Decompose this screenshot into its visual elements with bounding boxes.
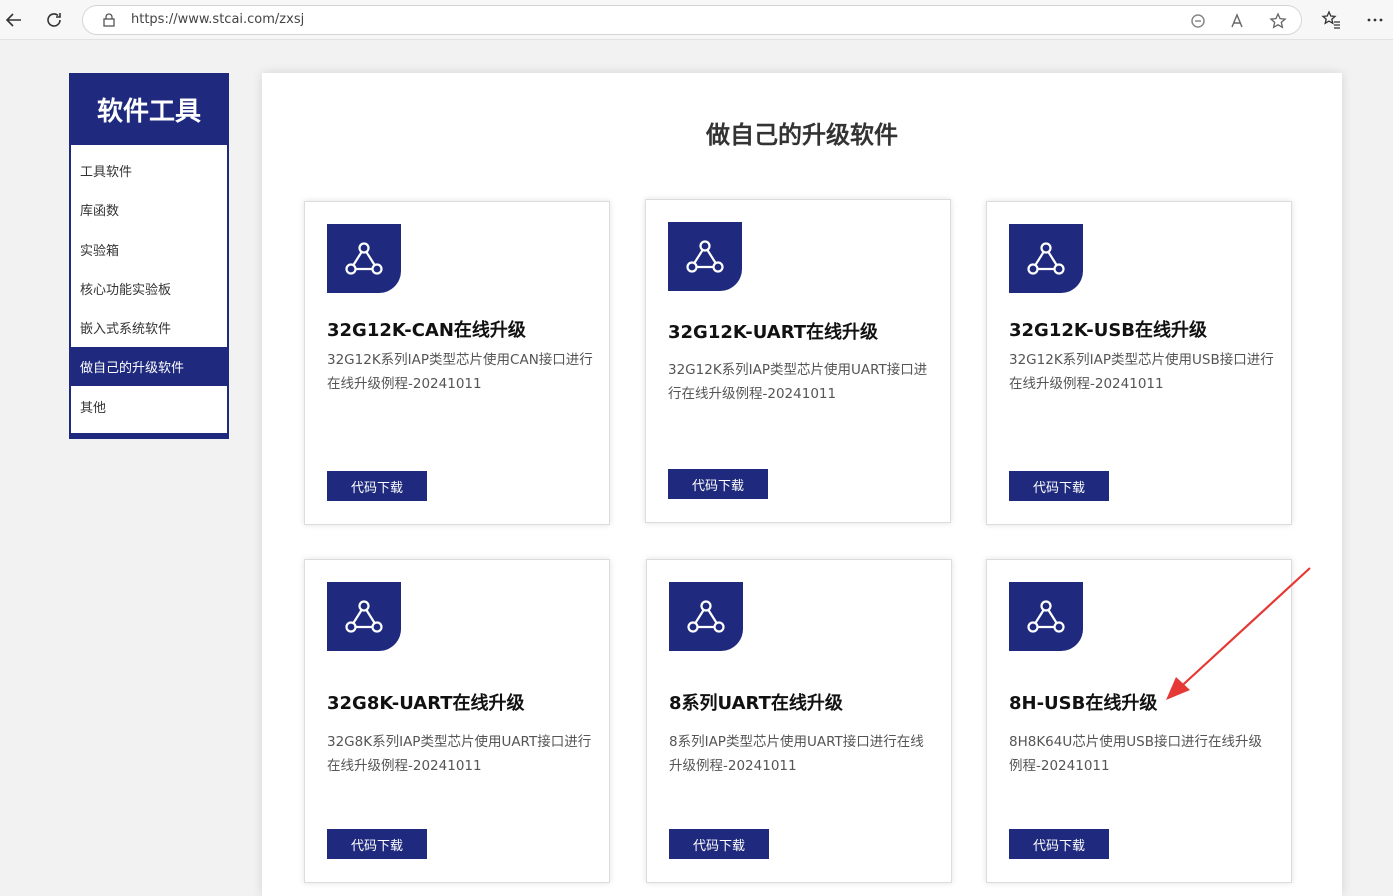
- card-title: 32G8K-UART在线升级: [327, 693, 525, 714]
- card-32g8k-uart: 32G8K-UART在线升级 32G8K系列IAP类型芯片使用UART接口进行在…: [304, 559, 610, 883]
- card-32g12k-usb: 32G12K-USB在线升级 32G12K系列IAP类型芯片使用USB接口进行在…: [986, 201, 1292, 525]
- page-title: 做自己的升级软件: [706, 121, 898, 149]
- download-code-button[interactable]: 代码下载: [669, 829, 769, 859]
- card-32g12k-can: 32G12K-CAN在线升级 32G12K系列IAP类型芯片使用CAN接口进行在…: [304, 201, 610, 525]
- download-code-button[interactable]: 代码下载: [327, 829, 427, 859]
- card-title: 8系列UART在线升级: [669, 693, 843, 714]
- sidebar-item-embedded[interactable]: 嵌入式系统软件: [71, 308, 227, 347]
- card-description: 32G12K系列IAP类型芯片使用USB接口进行在线升级例程-20241011: [1009, 352, 1274, 392]
- sidebar-item-upgrade-software[interactable]: 做自己的升级软件: [71, 347, 227, 386]
- back-icon[interactable]: [0, 6, 28, 34]
- card-description: 32G12K系列IAP类型芯片使用CAN接口进行在线升级例程-20241011: [327, 352, 593, 392]
- card-title: 8H-USB在线升级: [1009, 693, 1158, 714]
- card-32g12k-uart: 32G12K-UART在线升级 32G12K系列IAP类型芯片使用UART接口进…: [645, 199, 951, 523]
- card-8-series-uart: 8系列UART在线升级 8系列IAP类型芯片使用UART接口进行在线升级例程-2…: [646, 559, 952, 883]
- main-panel: 做自己的升级软件 32G12K-CAN在线升级 32G12K系列IAP类型芯片使…: [262, 73, 1342, 896]
- card-title: 32G12K-USB在线升级: [1009, 320, 1208, 341]
- lock-icon: [101, 12, 117, 28]
- download-code-button[interactable]: 代码下载: [1009, 471, 1109, 501]
- more-menu-icon[interactable]: [1361, 6, 1389, 34]
- favorite-star-icon[interactable]: [1267, 10, 1289, 32]
- sidebar-item-lab-box[interactable]: 实验箱: [71, 230, 227, 269]
- annotation-arrow-icon: [1166, 567, 1311, 700]
- download-code-button[interactable]: 代码下载: [668, 469, 768, 499]
- card-description: 32G8K系列IAP类型芯片使用UART接口进行在线升级例程-20241011: [327, 734, 592, 774]
- share-nodes-icon: [1009, 224, 1083, 293]
- download-code-button[interactable]: 代码下载: [327, 471, 427, 501]
- read-aloud-icon[interactable]: [1227, 10, 1249, 32]
- url-text: https://www.stcai.com/zxsj: [131, 12, 305, 27]
- sidebar-item-other[interactable]: 其他: [71, 387, 227, 426]
- translate-icon[interactable]: [1187, 10, 1209, 32]
- card-description: 8H8K64U芯片使用USB接口进行在线升级例程-20241011: [1009, 734, 1262, 774]
- favorites-list-icon[interactable]: [1317, 6, 1345, 34]
- sidebar-title: 软件工具: [69, 73, 229, 145]
- share-nodes-icon: [669, 582, 743, 651]
- sidebar-item-core-board[interactable]: 核心功能实验板: [71, 269, 227, 308]
- share-nodes-icon: [327, 582, 401, 651]
- address-bar[interactable]: https://www.stcai.com/zxsj: [82, 5, 1302, 35]
- sidebar-item-tools[interactable]: 工具软件: [71, 151, 227, 190]
- refresh-icon[interactable]: [40, 6, 68, 34]
- card-description: 8系列IAP类型芯片使用UART接口进行在线升级例程-20241011: [669, 734, 924, 774]
- share-nodes-icon: [1009, 582, 1083, 651]
- share-nodes-icon: [668, 222, 742, 291]
- share-nodes-icon: [327, 224, 401, 293]
- card-title: 32G12K-UART在线升级: [668, 322, 879, 343]
- download-code-button[interactable]: 代码下载: [1009, 829, 1109, 859]
- card-title: 32G12K-CAN在线升级: [327, 320, 526, 341]
- sidebar: 软件工具 工具软件 库函数 实验箱 核心功能实验板 嵌入式系统软件 做自己的升级…: [69, 73, 229, 439]
- card-description: 32G12K系列IAP类型芯片使用UART接口进行在线升级例程-20241011: [668, 362, 928, 402]
- browser-toolbar: https://www.stcai.com/zxsj: [0, 0, 1393, 40]
- sidebar-footer-bar: [69, 433, 229, 439]
- sidebar-item-library[interactable]: 库函数: [71, 190, 227, 229]
